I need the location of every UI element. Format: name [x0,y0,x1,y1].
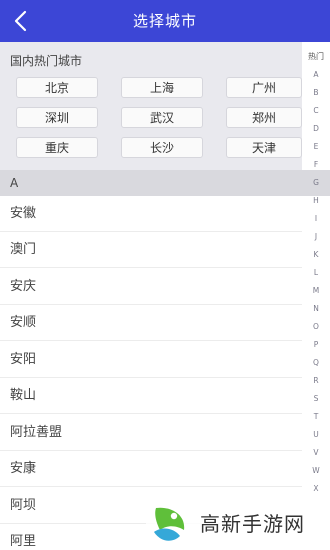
index-item[interactable]: X [304,480,328,497]
index-item[interactable]: V [304,444,328,461]
hot-city-button[interactable]: 重庆 [16,137,98,158]
city-name: 安康 [10,461,37,476]
hot-city-button[interactable]: 北京 [16,77,98,98]
city-name: 阿坝 [10,498,37,513]
index-item[interactable]: L [304,264,328,281]
index-item[interactable]: D [304,120,328,137]
index-item[interactable]: H [304,192,328,209]
header-bar: 选择城市 [0,0,330,42]
hot-cities-panel: 国内热门城市 北京 上海 广州 深圳 武汉 郑州 重庆 长沙 天津 [0,42,302,170]
index-item[interactable]: W [304,462,328,479]
city-name: 安庆 [10,279,37,294]
index-item[interactable]: F [304,156,328,173]
index-item[interactable]: T [304,408,328,425]
index-item[interactable]: P [304,336,328,353]
watermark: 高新手游网 [146,498,330,550]
city-list-item[interactable]: 安庆 [0,269,302,305]
index-item[interactable]: A [304,66,328,83]
hot-city-button[interactable]: 武汉 [121,107,203,128]
hot-city-button[interactable]: 天津 [226,137,302,158]
index-item[interactable]: Q [304,354,328,371]
index-item[interactable]: G [304,174,328,191]
section-letter: A [10,176,19,190]
city-name: 鞍山 [10,388,37,403]
hot-city-button[interactable]: 上海 [121,77,203,98]
index-item[interactable]: N [304,300,328,317]
city-list-item[interactable]: 安徽 [0,196,302,232]
hot-city-button[interactable]: 广州 [226,77,302,98]
city-picker-screen: 选择城市 国内热门城市 北京 上海 广州 深圳 武汉 郑州 重庆 长沙 天津 A… [0,0,330,550]
watermark-text: 高新手游网 [200,512,305,536]
city-list-item[interactable]: 安阳 [0,342,302,378]
page-title: 选择城市 [132,12,197,30]
city-list-item[interactable]: 安顺 [0,305,302,341]
city-name: 阿里 [10,534,37,549]
section-header: A [0,170,330,196]
index-item[interactable]: J [304,228,328,245]
index-item[interactable]: E [304,138,328,155]
hot-city-button[interactable]: 郑州 [226,107,302,128]
alphabet-index-bar[interactable]: 热门 A B C D E F G H I J K L M N O P Q R S… [304,48,328,502]
hot-city-button[interactable]: 深圳 [16,107,98,128]
index-item[interactable]: I [304,210,328,227]
index-item[interactable]: O [304,318,328,335]
index-item[interactable]: M [304,282,328,299]
index-item[interactable]: S [304,390,328,407]
index-item-hot[interactable]: 热门 [304,48,328,65]
city-name: 安顺 [10,315,37,330]
city-list-item[interactable]: 阿拉善盟 [0,415,302,451]
city-name: 阿拉善盟 [10,425,63,440]
index-item[interactable]: U [304,426,328,443]
index-item[interactable]: K [304,246,328,263]
index-item[interactable]: B [304,84,328,101]
city-list-item[interactable]: 澳门 [0,232,302,268]
city-list-item[interactable]: 安康 [0,451,302,487]
hot-cities-title: 国内热门城市 [10,54,83,68]
city-name: 安徽 [10,206,37,221]
index-item[interactable]: C [304,102,328,119]
leaf-logo-icon [154,507,185,541]
city-name: 澳门 [10,242,37,257]
city-list-item[interactable]: 鞍山 [0,378,302,414]
city-name: 安阳 [10,352,37,367]
hot-city-button[interactable]: 长沙 [121,137,203,158]
index-item[interactable]: R [304,372,328,389]
